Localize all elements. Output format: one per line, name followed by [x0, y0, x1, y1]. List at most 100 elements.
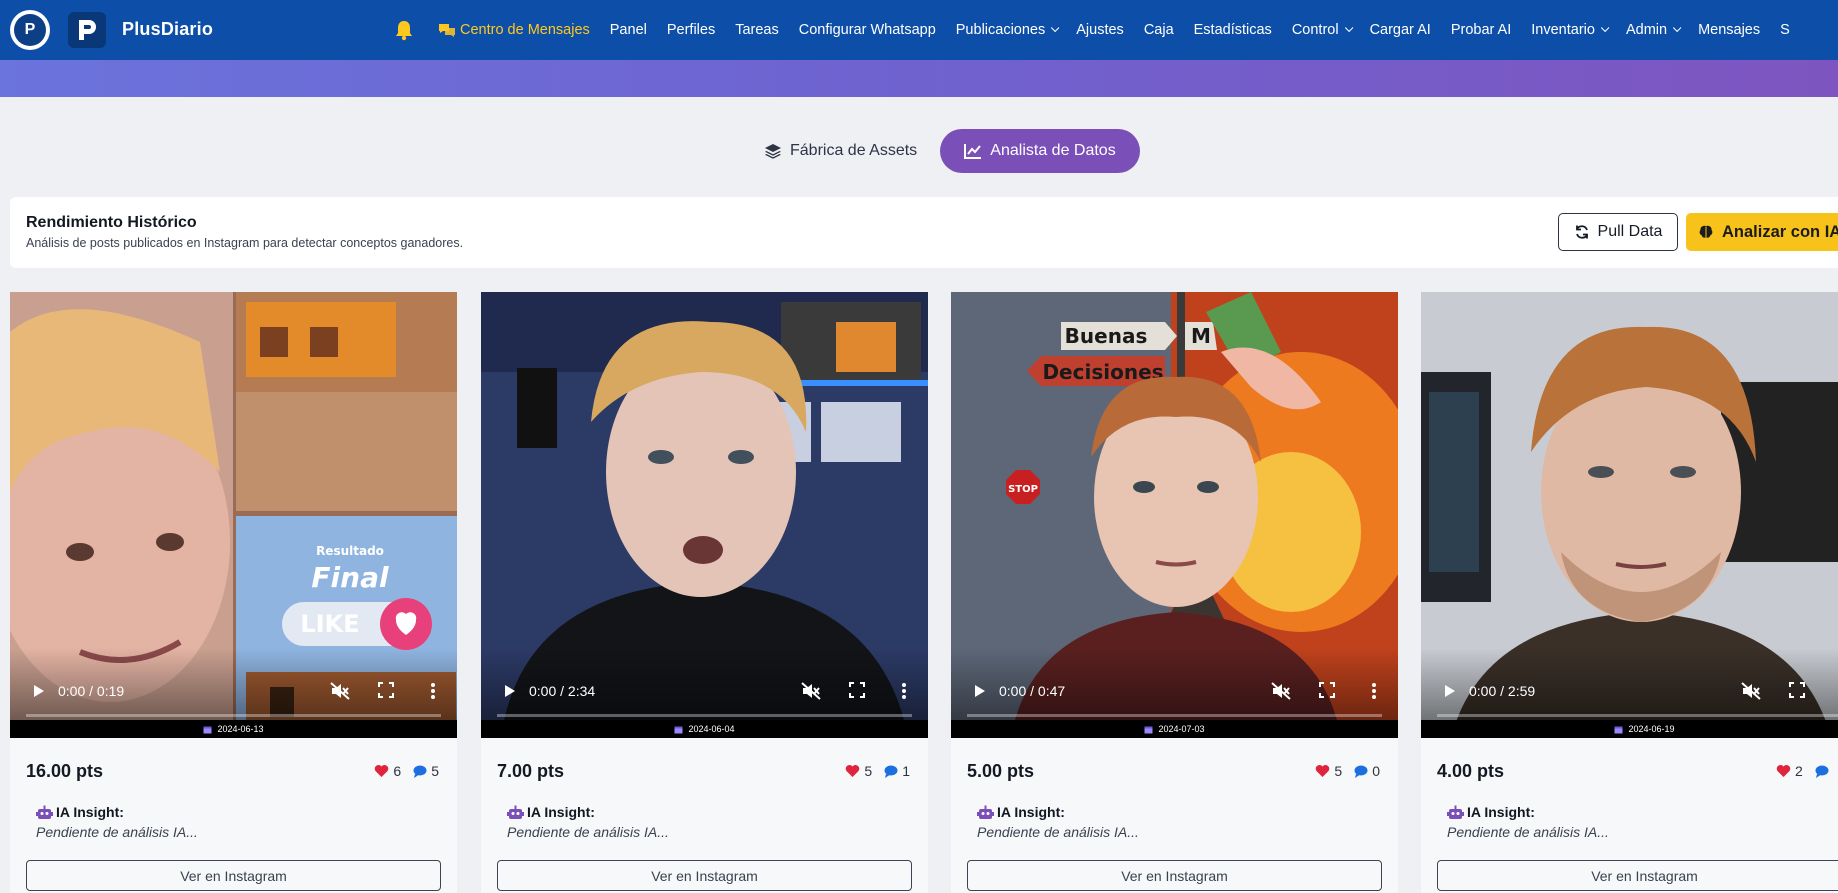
nav-item-inventario[interactable]: Inventario — [1531, 22, 1610, 38]
nav-item-estadisticas[interactable]: Estadísticas — [1194, 22, 1272, 38]
muted-icon[interactable] — [1271, 682, 1291, 700]
play-icon[interactable] — [30, 683, 46, 699]
thumbnail-text: Buenas — [1065, 324, 1148, 348]
calendar-icon — [674, 726, 683, 733]
nav-label: Caja — [1143, 22, 1174, 38]
likes-count: 6 — [393, 763, 402, 779]
robot-icon — [36, 805, 53, 819]
brand-mark-icon[interactable] — [68, 12, 106, 48]
ia-insight-label: IA Insight: — [977, 804, 1065, 820]
nav-item-control[interactable]: Control — [1291, 22, 1353, 38]
video-time: 0:00 / 0:19 — [58, 683, 125, 699]
chevron-down-icon — [1051, 23, 1060, 33]
comments-count: 0 — [1372, 763, 1380, 779]
thumbnail-text: M — [1191, 324, 1211, 348]
tab-fabrica-de-assets[interactable]: Fábrica de Assets — [748, 129, 935, 172]
video-time: 0:00 / 2:59 — [1469, 683, 1536, 699]
more-vertical-icon[interactable] — [1371, 682, 1377, 700]
nav-item-cargar-ai[interactable]: Cargar AI — [1370, 22, 1431, 38]
line-chart-icon — [964, 144, 982, 159]
nav-item-caja[interactable]: Caja — [1144, 22, 1174, 38]
muted-icon[interactable] — [801, 682, 821, 700]
nav-label: Panel — [609, 22, 647, 38]
heart-icon — [846, 765, 860, 777]
comment-icon — [1815, 765, 1829, 778]
date-text: 2024-06-04 — [688, 724, 735, 734]
heart-icon — [375, 765, 389, 777]
muted-icon[interactable] — [1741, 682, 1761, 700]
video-player[interactable]: 0:00 / 2:34 2024-06-04 — [481, 292, 928, 738]
fullscreen-icon[interactable] — [1789, 682, 1805, 698]
gradient-banner — [0, 60, 1838, 97]
video-progress-bar[interactable] — [497, 714, 912, 717]
more-vertical-icon[interactable] — [430, 682, 436, 700]
nav-item-configurar-whatsapp[interactable]: Configurar Whatsapp — [799, 22, 936, 38]
ia-label-text: IA Insight: — [997, 804, 1065, 820]
bell-icon[interactable] — [394, 19, 414, 41]
fullscreen-icon[interactable] — [849, 682, 865, 698]
fullscreen-icon[interactable] — [1319, 682, 1335, 698]
tab-analista-de-datos[interactable]: Analista de Datos — [940, 129, 1140, 173]
heart-icon — [1316, 765, 1330, 777]
video-player[interactable]: 0:00 / 2:59 2024-06-19 — [1421, 292, 1838, 738]
ia-insight-label: IA Insight: — [507, 804, 595, 820]
video-time: 0:00 / 2:34 — [529, 683, 596, 699]
ia-label-text: IA Insight: — [1467, 804, 1535, 820]
engagement-stats: 6 5 — [374, 763, 439, 779]
chevron-down-icon — [1344, 23, 1353, 33]
nav-label: Control — [1291, 22, 1339, 38]
post-card: 0:00 / 2:59 2024-06-19 4.00 pts 2 IA Ins… — [1421, 292, 1838, 893]
play-icon[interactable] — [501, 683, 517, 699]
play-icon[interactable] — [971, 683, 987, 699]
button-label: Analizar con IA — [1722, 222, 1838, 241]
likes-count: 5 — [1334, 763, 1343, 779]
rendimiento-header: Rendimiento Histórico Análisis de posts … — [10, 197, 1838, 268]
nav-item-publicaciones[interactable]: Publicaciones — [955, 22, 1060, 38]
pull-data-button[interactable]: Pull Data — [1558, 213, 1678, 251]
app-logo[interactable]: P — [10, 10, 50, 50]
post-date: 2024-06-13 — [10, 720, 457, 738]
ver-en-instagram-button[interactable]: Ver en Instagram — [967, 860, 1382, 891]
more-vertical-icon[interactable] — [901, 682, 907, 700]
video-progress-bar[interactable] — [26, 714, 441, 717]
ia-insight-text: Pendiente de análisis IA... — [507, 824, 669, 840]
brand-name[interactable]: PlusDiario — [122, 19, 213, 40]
ver-en-instagram-button[interactable]: Ver en Instagram — [1437, 860, 1838, 891]
video-progress-bar[interactable] — [967, 714, 1382, 717]
nav-item-mensajes[interactable]: Mensajes — [1698, 22, 1760, 38]
nav-label: Probar AI — [1450, 22, 1512, 38]
nav-item-panel[interactable]: Panel — [610, 22, 647, 38]
nav-label: Perfiles — [666, 22, 716, 38]
ver-en-instagram-button[interactable]: Ver en Instagram — [26, 860, 441, 891]
nav-label: S — [1780, 22, 1790, 38]
nav-label: Tareas — [735, 22, 779, 38]
play-icon[interactable] — [1441, 683, 1457, 699]
video-player[interactable]: Resultado Final LIKE 0:00 / 0:19 2024-06… — [10, 292, 457, 738]
nav-label: Cargar AI — [1369, 22, 1431, 38]
video-player[interactable]: Buenas Decisiones M STOP 0:00 / 0:47 202… — [951, 292, 1398, 738]
heart-icon — [1776, 765, 1791, 777]
nav-label: Mensajes — [1698, 22, 1761, 38]
nav-label: Publicaciones — [955, 22, 1046, 38]
muted-icon[interactable] — [330, 682, 350, 700]
nav-item-admin[interactable]: Admin — [1626, 22, 1682, 38]
analizar-con-ia-button[interactable]: Analizar con IA — [1686, 213, 1838, 251]
score: 7.00 pts — [497, 761, 565, 781]
fullscreen-icon[interactable] — [378, 682, 394, 698]
nav-item-centro-de-mensajes[interactable]: Centro de Mensajes — [438, 22, 590, 38]
nav-label: Estadísticas — [1193, 22, 1272, 38]
tab-label: Fábrica de Assets — [790, 141, 918, 159]
ia-insight-text: Pendiente de análisis IA... — [36, 824, 198, 840]
nav-item-truncated[interactable]: S — [1780, 22, 1790, 38]
ver-en-instagram-button[interactable]: Ver en Instagram — [497, 860, 912, 891]
nav-item-probar-ai[interactable]: Probar AI — [1451, 22, 1511, 38]
nav-item-ajustes[interactable]: Ajustes — [1076, 22, 1124, 38]
button-label: Pull Data — [1597, 223, 1663, 240]
video-progress-bar[interactable] — [1437, 714, 1838, 717]
layers-icon — [765, 143, 781, 159]
nav-label: Centro de Mensajes — [460, 22, 590, 38]
nav-item-tareas[interactable]: Tareas — [735, 22, 779, 38]
ia-insight-label: IA Insight: — [36, 804, 124, 820]
nav-item-perfiles[interactable]: Perfiles — [667, 22, 715, 38]
post-card: Resultado Final LIKE 0:00 / 0:19 2024-06… — [10, 292, 457, 893]
